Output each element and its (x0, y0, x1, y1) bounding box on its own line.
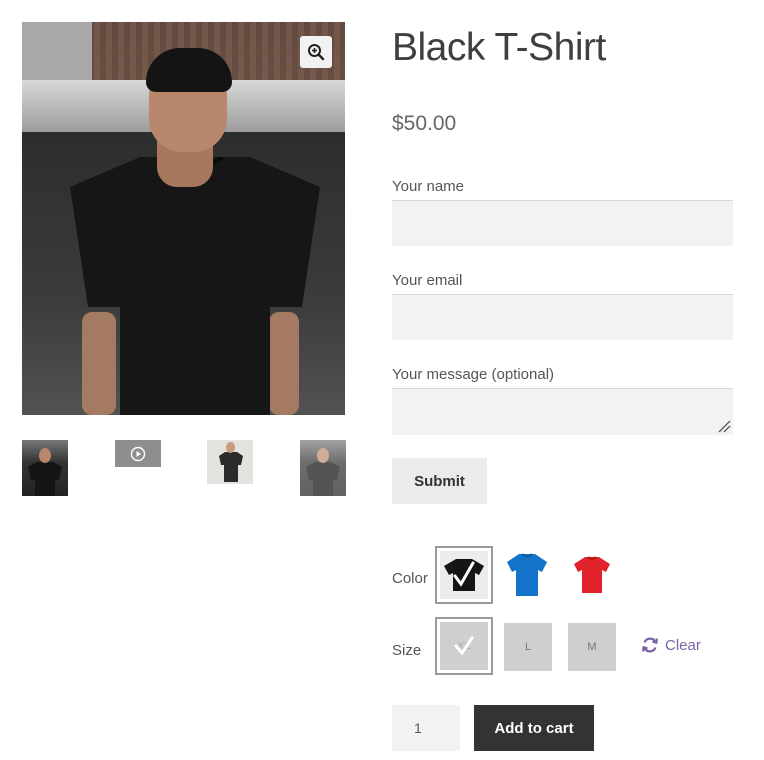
product-price: $50.00 (392, 112, 457, 135)
product-main-image[interactable] (22, 22, 345, 415)
model-black-tshirt (70, 157, 320, 415)
checkmark-icon (454, 636, 474, 656)
thumbnail-face (317, 448, 329, 463)
model-hair (146, 48, 232, 92)
clear-label: Clear (665, 636, 701, 654)
product-title: Black T-Shirt (392, 26, 606, 69)
size-option-label: M (587, 641, 597, 653)
color-swatch-blue[interactable] (503, 550, 551, 598)
zoom-button[interactable] (300, 36, 332, 68)
thumbnail-shirt-graphic (306, 462, 340, 496)
thumbnail-alt-photo[interactable] (300, 440, 346, 496)
play-icon (130, 446, 146, 461)
email-field-label: Your email (392, 272, 463, 289)
size-option-xl[interactable]: XL (435, 617, 493, 675)
swatch-inner (440, 551, 488, 599)
swatch-inner (503, 550, 551, 598)
email-input[interactable] (392, 294, 733, 340)
name-input[interactable] (392, 200, 733, 246)
color-label: Color (392, 570, 428, 587)
size-option-label: L (524, 641, 532, 653)
name-field-label: Your name (392, 178, 464, 195)
size-label: Size (392, 642, 422, 659)
thumbnail-video[interactable] (115, 440, 161, 467)
quantity-input[interactable] (392, 705, 460, 751)
message-field-label: Your message (optional) (392, 366, 555, 383)
thumbnail-front-photo[interactable] (22, 440, 68, 496)
swatch-inner: XL (440, 622, 488, 670)
swatch-inner (568, 550, 616, 598)
blue-tshirt-icon (507, 553, 547, 596)
thumbnail-shirt-graphic (28, 462, 62, 496)
clear-selection-link[interactable]: Clear (641, 636, 701, 654)
add-to-cart-button[interactable]: Add to cart (474, 705, 594, 751)
thumbnail-full-body-photo[interactable] (207, 440, 253, 484)
thumbnail-shirt-graphic (219, 452, 243, 482)
black-tshirt-icon (444, 559, 484, 591)
color-swatch-black[interactable] (435, 546, 493, 604)
submit-button[interactable]: Submit (392, 458, 487, 504)
resize-handle-icon[interactable] (717, 419, 731, 433)
refresh-icon (642, 637, 658, 653)
thumbnail-face (226, 442, 235, 453)
thumbnail-face (39, 448, 51, 463)
size-option-m[interactable]: M (568, 623, 616, 671)
background-wall (22, 22, 92, 82)
zoom-in-icon (308, 44, 325, 61)
size-option-l[interactable]: L (504, 623, 552, 671)
red-tshirt-icon (574, 556, 610, 593)
message-textarea[interactable] (392, 388, 733, 435)
color-swatch-red[interactable] (568, 550, 616, 598)
